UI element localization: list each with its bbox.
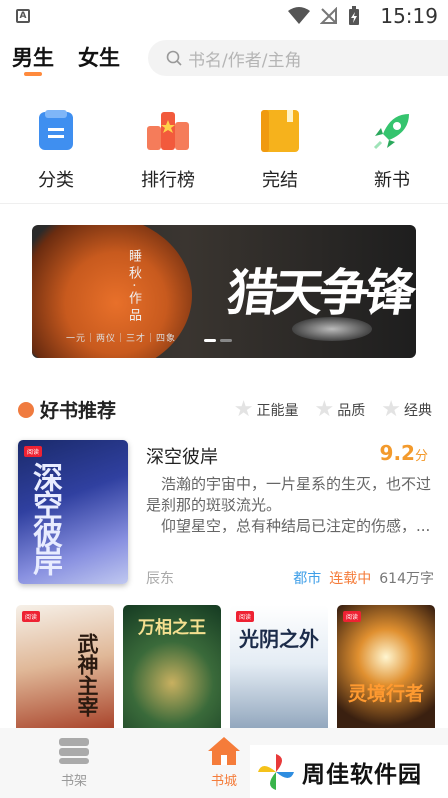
word-count: 614万字	[379, 571, 434, 587]
publisher-logo: 阅读	[24, 446, 43, 457]
banner-title: 猎天争锋	[223, 263, 416, 322]
battery-icon	[349, 6, 359, 25]
cover-title: 武神主宰	[75, 633, 100, 717]
book-cover[interactable]: 阅读 武神主宰	[16, 605, 114, 735]
promo-banner[interactable]: 睡秋·作品 一元｜两仪｜三才｜四象 猎天争锋	[32, 225, 416, 358]
gender-tabs: 男生 女生	[12, 40, 120, 80]
app-notification-icon: A	[16, 9, 30, 23]
status-icons	[288, 6, 360, 26]
section-dot-icon	[18, 401, 34, 418]
tag-positive[interactable]: ★ 正能量	[233, 397, 299, 422]
no-signal-icon	[320, 7, 337, 24]
featured-book-description: 浩瀚的宇宙中，一片星系的生灭，也不过是刹那的斑驳流光。 仰望星空，总有种结局已注…	[146, 475, 432, 535]
category-label: 新书	[374, 170, 410, 191]
tag-classic[interactable]: ★ 经典	[381, 397, 432, 422]
star-icon: ★	[381, 397, 401, 422]
section-header: 好书推荐	[18, 396, 116, 423]
featured-book-cover[interactable]: 阅读 深空彼岸	[18, 440, 128, 584]
section-title: 好书推荐	[40, 400, 117, 422]
divider	[0, 203, 448, 204]
banner-pager	[204, 339, 232, 342]
status-bar: A 15:19	[0, 0, 448, 32]
featured-book-score: 9.2分	[379, 441, 428, 465]
nav-label: 书架	[60, 774, 87, 789]
cover-title: 光阴之外	[239, 627, 319, 651]
ranking-icon	[147, 112, 189, 150]
wifi-icon	[288, 7, 310, 24]
category-row: 分类 排行榜 完结 新书	[0, 108, 448, 192]
featured-book-author: 辰东	[146, 571, 174, 587]
category-new[interactable]: 新书	[336, 108, 448, 192]
clock: 15:19	[380, 4, 438, 28]
banner-author: 睡秋·作品	[126, 249, 141, 326]
category-label: 排行榜	[141, 170, 195, 191]
genre-label: 都市	[293, 571, 322, 587]
cover-title: 深空彼岸	[27, 462, 62, 574]
home-icon	[208, 737, 240, 765]
category-ranking[interactable]: 排行榜	[112, 108, 224, 192]
status-label: 连载中	[329, 571, 372, 587]
book-cover[interactable]: 阅读 光阴之外	[230, 605, 328, 735]
book-cover[interactable]: 万相之王	[123, 605, 221, 735]
category-classify[interactable]: 分类	[0, 108, 112, 192]
featured-book-meta: 都市 连载中 614万字	[293, 568, 434, 588]
cover-title: 万相之王	[138, 618, 206, 638]
classify-icon	[39, 110, 73, 150]
tag-quality[interactable]: ★ 品质	[314, 397, 366, 422]
nav-bookshelf[interactable]: 书架	[34, 736, 114, 789]
recommend-tags: ★ 正能量 ★ 品质 ★ 经典	[233, 397, 432, 422]
book-cover[interactable]: 阅读 灵境行者	[337, 605, 435, 735]
tab-male[interactable]: 男生	[12, 40, 54, 80]
search-input[interactable]: 书名/作者/主角	[148, 40, 448, 76]
finished-book-icon	[261, 110, 299, 152]
category-label: 完结	[262, 170, 298, 191]
category-finished[interactable]: 完结	[224, 108, 336, 192]
star-icon: ★	[314, 397, 335, 422]
watermark-text: 周佳软件园	[302, 761, 422, 788]
category-label: 分类	[38, 170, 74, 191]
search-placeholder: 书名/作者/主角	[188, 50, 302, 71]
book-covers-row: 阅读 武神主宰 万相之王 阅读 光阴之外 阅读 灵境行者	[16, 605, 435, 735]
rocket-icon	[373, 114, 409, 150]
star-icon: ★	[233, 397, 254, 422]
nav-label: 书城	[210, 774, 237, 789]
featured-book-title[interactable]: 深空彼岸	[146, 443, 218, 469]
pinwheel-logo	[258, 753, 294, 790]
cover-title: 灵境行者	[347, 683, 424, 705]
tab-female[interactable]: 女生	[78, 40, 120, 80]
site-watermark: 周佳软件园	[250, 745, 448, 798]
bookshelf-icon	[59, 738, 89, 764]
search-icon	[166, 50, 182, 66]
banner-subtitle: 一元｜两仪｜三才｜四象	[66, 334, 177, 344]
